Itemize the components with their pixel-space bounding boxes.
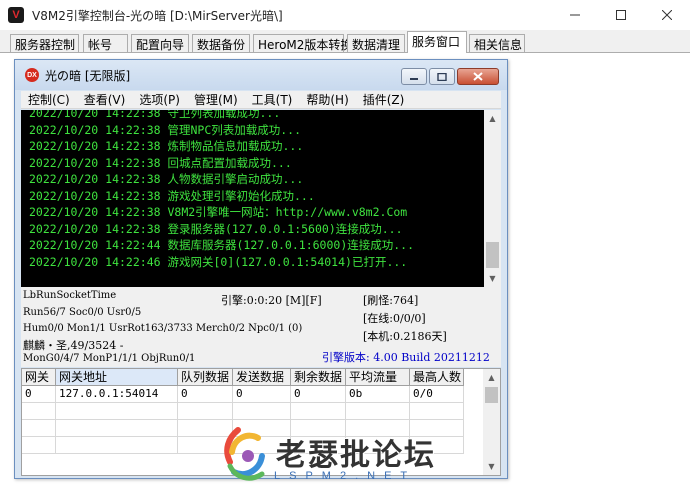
log-line: 2022/10/20 14:22:38 回城点配置加载成功...: [29, 155, 292, 170]
embedded-maximize-button[interactable]: [429, 68, 455, 85]
embedded-window: DX 光の暗 [无限版] 控制(C) 查看(V) 选项(P) 管理(M) 工具(…: [14, 59, 508, 479]
watermark-subtitle: LSPM2.NET: [274, 470, 417, 482]
hum-stats: Hum0/0 Mon1/1 UsrRot163/3733 Merch0/2 Np…: [23, 323, 303, 334]
kirin-info: 麒麟・圣,49/3524 -: [23, 339, 124, 352]
online-count: [在线:0/0/0]: [363, 312, 426, 325]
log-line: 2022/10/20 14:22:38 游戏处理引擎初始化成功...: [29, 188, 315, 203]
gateway-table-header: 网关 网关地址 队列数据 发送数据 剩余数据 平均流量 最高人数: [22, 369, 464, 386]
refresh-monsters: [刷怪:764]: [363, 294, 419, 307]
table-cell: 0: [178, 386, 233, 403]
status-panel: LbRunSocketTime 引擎:0:0:20 [M][F] [刷怪:764…: [21, 287, 501, 367]
engine-time: 引擎:0:0:20 [M][F]: [221, 294, 322, 307]
embedded-menubar: 控制(C) 查看(V) 选项(P) 管理(M) 工具(T) 帮助(H) 插件(Z…: [21, 91, 501, 109]
scroll-up-icon[interactable]: ▲: [484, 110, 501, 127]
column-header[interactable]: 发送数据: [233, 369, 291, 386]
column-header[interactable]: 最高人数: [410, 369, 464, 386]
menu-plugins[interactable]: 插件(Z): [356, 91, 412, 108]
app-logo: V: [8, 7, 24, 23]
tab-herom2-convert[interactable]: HeroM2版本转换: [253, 34, 352, 53]
menu-manage[interactable]: 管理(M): [187, 91, 245, 108]
embedded-window-title: 光の暗 [无限版]: [45, 68, 131, 83]
tab-server-control[interactable]: 服务器控制: [10, 34, 79, 53]
log-console[interactable]: 2022/10/20 14:22:38 守卫列表加载成功... 2022/10/…: [21, 110, 501, 287]
local-uptime: [本机:0.2186天]: [363, 330, 447, 343]
maximize-icon: [616, 10, 626, 20]
column-header[interactable]: 队列数据: [178, 369, 233, 386]
table-cell: 0: [22, 386, 56, 403]
column-header[interactable]: 平均流量: [346, 369, 410, 386]
log-line: 2022/10/20 14:22:38 人物数据引擎启动成功...: [29, 172, 304, 186]
scroll-thumb[interactable]: [486, 242, 499, 268]
scroll-down-icon[interactable]: ▼: [484, 270, 501, 287]
table-cell: 0: [291, 386, 346, 403]
window-title: V8M2引擎控制台-光の暗 [D:\MirServer光暗\]: [32, 8, 283, 23]
table-cell: 127.0.0.1:54014: [56, 386, 178, 403]
menu-view[interactable]: 查看(V): [77, 91, 133, 108]
tab-config-wizard[interactable]: 配置向导: [131, 34, 189, 53]
table-cell: 0: [233, 386, 291, 403]
close-icon: [662, 10, 672, 20]
tab-data-backup[interactable]: 数据备份: [192, 34, 250, 53]
table-cell: 0b: [346, 386, 410, 403]
scroll-down-icon[interactable]: ▼: [483, 458, 500, 475]
minimize-icon: [570, 14, 580, 16]
embedded-minimize-button[interactable]: [401, 68, 427, 85]
menu-help[interactable]: 帮助(H): [299, 91, 355, 108]
column-header[interactable]: 网关: [22, 369, 56, 386]
maximize-button[interactable]: [598, 0, 644, 30]
scroll-up-icon[interactable]: ▲: [483, 369, 500, 386]
log-line: 2022/10/20 14:22:38 V8M2引擎唯一网站：http://ww…: [29, 205, 408, 219]
maximize-icon: [437, 72, 447, 81]
tab-data-cleanup[interactable]: 数据清理: [347, 34, 405, 53]
run-socket-label: LbRunSocketTime: [23, 290, 117, 301]
log-line: 2022/10/20 14:22:38 守卫列表加载成功...: [29, 110, 281, 120]
window-controls: [552, 0, 690, 30]
site-watermark: 老瑟批论坛 LSPM2.NET: [218, 426, 478, 491]
table-scrollbar[interactable]: ▲ ▼: [483, 369, 500, 475]
menu-tools[interactable]: 工具(T): [245, 91, 300, 108]
table-cell: 0/0: [410, 386, 464, 403]
embedded-close-button[interactable]: [457, 68, 499, 85]
console-scrollbar[interactable]: ▲ ▼: [484, 110, 501, 287]
mon-stats: MonG0/4/7 MonP1/1/1 ObjRun0/1: [23, 353, 196, 364]
table-row[interactable]: 0 127.0.0.1:54014 0 0 0 0b 0/0: [22, 386, 464, 403]
embedded-window-controls: [401, 68, 499, 85]
engine-version: 引擎版本: 4.00 Build 20211212: [322, 351, 490, 364]
dx-app-icon: DX: [25, 68, 39, 82]
tab-related-info[interactable]: 相关信息: [469, 34, 525, 53]
log-line: 2022/10/20 14:22:44 数据库服务器(127.0.0.1:600…: [29, 238, 415, 252]
log-list: 2022/10/20 14:22:38 守卫列表加载成功... 2022/10/…: [29, 110, 483, 270]
minimize-icon: [410, 77, 418, 80]
close-icon: [473, 72, 483, 81]
close-button[interactable]: [644, 0, 690, 30]
scroll-thumb[interactable]: [485, 387, 498, 403]
column-header[interactable]: 网关地址: [56, 369, 178, 386]
log-line: 2022/10/20 14:22:46 游戏网关[0](127.0.0.1:54…: [29, 254, 408, 269]
watermark-logo-icon: [224, 427, 265, 481]
run-counts: Run56/7 Soc0/0 Usr0/5: [23, 307, 142, 318]
watermark-title: 老瑟批论坛: [276, 438, 436, 473]
tab-account[interactable]: 帐号: [83, 34, 128, 53]
table-row: [22, 403, 464, 420]
menu-options[interactable]: 选项(P): [132, 91, 187, 108]
app-titlebar: V V8M2引擎控制台-光の暗 [D:\MirServer光暗\]: [0, 0, 690, 30]
menu-control[interactable]: 控制(C): [21, 91, 77, 108]
embedded-titlebar: DX 光の暗 [无限版]: [15, 60, 507, 90]
minimize-button[interactable]: [552, 0, 598, 30]
column-header[interactable]: 剩余数据: [291, 369, 346, 386]
tab-service-window[interactable]: 服务窗口: [407, 31, 467, 53]
main-tabbar: 服务器控制 帐号 配置向导 数据备份 HeroM2版本转换 数据清理 服务窗口 …: [0, 31, 690, 53]
log-line: 2022/10/20 14:22:38 炼制物品信息加载成功...: [29, 139, 304, 153]
log-line: 2022/10/20 14:22:38 登录服务器(127.0.0.1:5600…: [29, 221, 403, 236]
log-line: 2022/10/20 14:22:38 管理NPC列表加载成功...: [29, 122, 302, 137]
